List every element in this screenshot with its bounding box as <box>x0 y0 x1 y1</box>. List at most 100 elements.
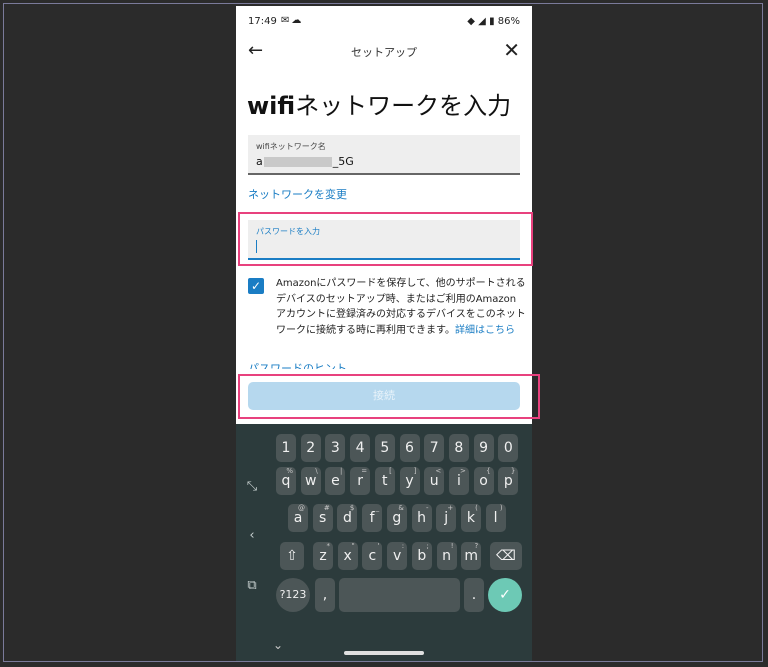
key-3[interactable]: 3 <box>325 434 346 462</box>
key-alt-symbol: ] <box>413 467 417 475</box>
key-0[interactable]: 0 <box>498 434 519 462</box>
key-t[interactable]: t[ <box>374 467 395 495</box>
cloud-icon: ☁ <box>291 15 304 26</box>
save-password-checkbox[interactable]: ✓ <box>248 278 264 294</box>
key-v[interactable]: v: <box>387 542 408 570</box>
network-name-label: wifiネットワーク名 <box>256 142 326 151</box>
key-z[interactable]: z * <box>313 542 333 570</box>
password-hint-link[interactable]: パスワードのヒント <box>248 360 347 369</box>
change-network-link[interactable]: ネットワークを変更 <box>248 186 347 202</box>
key-8[interactable]: 8 <box>448 434 469 462</box>
key-l[interactable]: l) <box>485 504 506 532</box>
key-alt-symbol: > <box>460 467 466 475</box>
key-4[interactable]: 4 <box>350 434 371 462</box>
key-alt-symbol: ; <box>426 542 429 550</box>
key-5[interactable]: 5 <box>374 434 395 462</box>
key-alt-symbol: ( <box>475 504 478 512</box>
expand-icon[interactable]: ⤡ <box>242 479 262 494</box>
key-alt-symbol: $ <box>349 504 355 512</box>
save-password-text: Amazonにパスワードを保存して、他のサポートされるデバイスのセットアップ時、… <box>276 276 526 338</box>
key-alt-symbol: - <box>425 504 429 512</box>
hide-keyboard-icon[interactable]: ⌄ <box>273 638 283 652</box>
key-alt-symbol: | <box>340 467 343 475</box>
key-9[interactable]: 9 <box>473 434 494 462</box>
close-icon[interactable]: ✕ <box>503 38 520 62</box>
key-p[interactable]: p} <box>498 467 519 495</box>
shift-key[interactable]: ⇧ <box>280 542 304 570</box>
comma-key[interactable]: , <box>315 578 335 612</box>
notification-icons: ✉☁ <box>281 15 303 26</box>
key-alt-symbol: + <box>447 504 454 512</box>
status-right: ◆ ◢ ▮ 86% <box>467 16 520 27</box>
enter-check-icon[interactable]: ✓ <box>488 578 522 612</box>
key-g[interactable]: g & <box>386 504 407 532</box>
redacted-network-name <box>263 157 332 167</box>
key-1[interactable]: 1 <box>276 434 296 462</box>
signal-icon: ◢ <box>478 16 486 27</box>
network-name-value: a _5G <box>256 155 354 168</box>
wifi-icon: ◆ <box>467 16 475 27</box>
app-bar: ← セットアップ ✕ <box>236 36 532 68</box>
key-x[interactable]: x " <box>337 542 358 570</box>
key-7[interactable]: 7 <box>424 434 445 462</box>
key-alt-symbol: % <box>286 467 293 475</box>
key-alt-symbol: : <box>401 542 405 550</box>
key-b[interactable]: b; <box>411 542 432 570</box>
key-s[interactable]: s # <box>312 504 333 532</box>
key-h[interactable]: h- <box>411 504 432 532</box>
key-u[interactable]: u < <box>424 467 445 495</box>
key-w[interactable]: w \ <box>300 467 321 495</box>
chevron-left-icon[interactable]: ‹ <box>242 528 262 543</box>
password-field-highlight <box>238 212 533 266</box>
status-time: 17:49 <box>248 16 277 27</box>
connect-button-highlight <box>238 374 540 419</box>
key-alt-symbol: ? <box>474 542 479 550</box>
key-6[interactable]: 6 <box>399 434 420 462</box>
key-alt-symbol: = <box>361 467 368 475</box>
key-a[interactable]: a @ <box>288 504 308 532</box>
space-key[interactable] <box>339 578 460 612</box>
symbols-key[interactable]: ?123 <box>276 578 310 612</box>
key-j[interactable]: j + <box>436 504 457 532</box>
key-m[interactable]: m? <box>461 542 482 570</box>
key-q[interactable]: q% <box>276 467 296 495</box>
battery-icon: ▮ <box>489 16 495 27</box>
clipboard-icon[interactable]: ⧉ <box>242 578 262 593</box>
details-link[interactable]: 詳細はこちら <box>455 325 515 336</box>
key-alt-symbol: @ <box>298 504 305 512</box>
key-alt-symbol: } <box>510 467 516 475</box>
key-r[interactable]: r = <box>350 467 371 495</box>
key-alt-symbol: < <box>435 467 442 475</box>
key-i[interactable]: i > <box>448 467 469 495</box>
key-2[interactable]: 2 <box>300 434 321 462</box>
key-alt-symbol: & <box>398 504 404 512</box>
key-y[interactable]: y] <box>399 467 420 495</box>
key-alt-symbol: ! <box>450 542 454 550</box>
key-e[interactable]: e | <box>325 467 346 495</box>
key-n[interactable]: n! <box>436 542 457 570</box>
mail-icon: ✉ <box>281 15 292 26</box>
soft-keyboard: 1 2 3 4 5 6 7 8 9 0 q% w \ e | r = t[y] u < i > o{p} a @ s # d $ f _ g &… <box>236 424 532 661</box>
backspace-key[interactable]: ⌫ <box>490 542 522 570</box>
key-alt-symbol: ' <box>377 542 380 550</box>
network-name-field[interactable]: wifiネットワーク名 a _5G <box>248 135 520 175</box>
page-title-rest: ネットワークを入力 <box>295 92 512 120</box>
key-alt-symbol: " <box>351 542 355 550</box>
network-name-prefix: a <box>256 155 263 168</box>
period-key[interactable]: . <box>464 578 484 612</box>
key-alt-symbol: ) <box>499 504 503 512</box>
key-k[interactable]: k( <box>460 504 481 532</box>
key-f[interactable]: f _ <box>362 504 383 532</box>
key-alt-symbol: * <box>326 542 331 550</box>
key-alt-symbol: _ <box>375 504 380 512</box>
page-title-bold: wifi <box>247 92 296 120</box>
network-name-suffix: _5G <box>332 155 354 168</box>
key-alt-symbol: { <box>486 467 491 475</box>
gesture-nav-bar[interactable] <box>344 651 424 655</box>
phone-screen: 17:49 ✉☁ ◆ ◢ ▮ 86% ← セットアップ ✕ wifiネットワーク… <box>236 6 532 661</box>
battery-level: 86% <box>497 16 520 27</box>
key-c[interactable]: c ' <box>362 542 383 570</box>
key-d[interactable]: d $ <box>337 504 358 532</box>
key-alt-symbol: \ <box>315 467 318 475</box>
key-o[interactable]: o{ <box>473 467 494 495</box>
